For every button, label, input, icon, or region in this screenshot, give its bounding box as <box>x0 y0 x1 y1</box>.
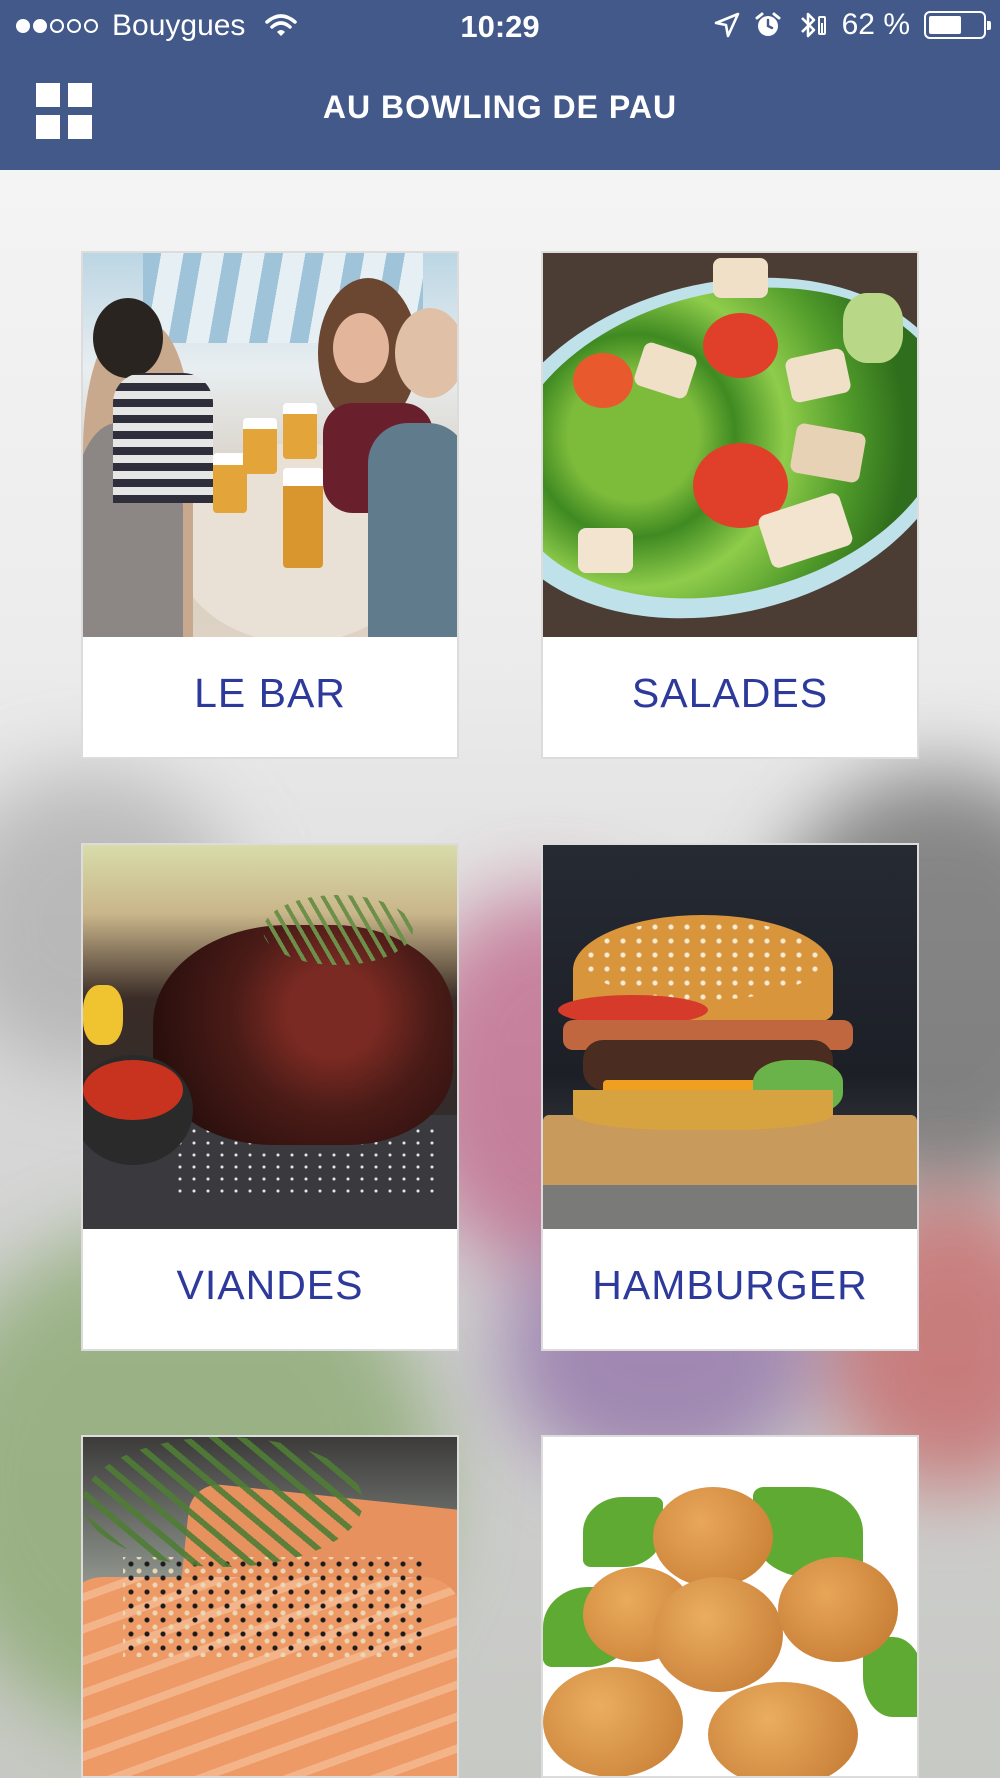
chicken-salad-photo <box>543 253 917 637</box>
friends-drinking-beer-photo <box>83 253 457 637</box>
category-label: LE BAR <box>194 669 346 716</box>
category-tile-bar[interactable]: LE BAR <box>81 251 459 759</box>
category-tile-salads[interactable]: SALADES <box>541 251 919 759</box>
category-tile-nuggets[interactable] <box>541 1435 919 1778</box>
grilled-steak-photo <box>83 845 457 1229</box>
category-label: HAMBURGER <box>592 1261 868 1308</box>
category-label: VIANDES <box>176 1261 364 1308</box>
salmon-fillet-photo <box>83 1437 457 1776</box>
category-label: SALADES <box>631 669 829 716</box>
category-tile-fish[interactable] <box>81 1435 459 1778</box>
chicken-nuggets-photo <box>543 1437 917 1776</box>
category-tile-hamburger[interactable]: HAMBURGER <box>541 843 919 1351</box>
hamburger-photo <box>543 845 917 1229</box>
category-grid: LE BAR SALADES VIANDES HAMBURGER <box>0 0 1000 1778</box>
category-tile-meats[interactable]: VIANDES <box>81 843 459 1351</box>
